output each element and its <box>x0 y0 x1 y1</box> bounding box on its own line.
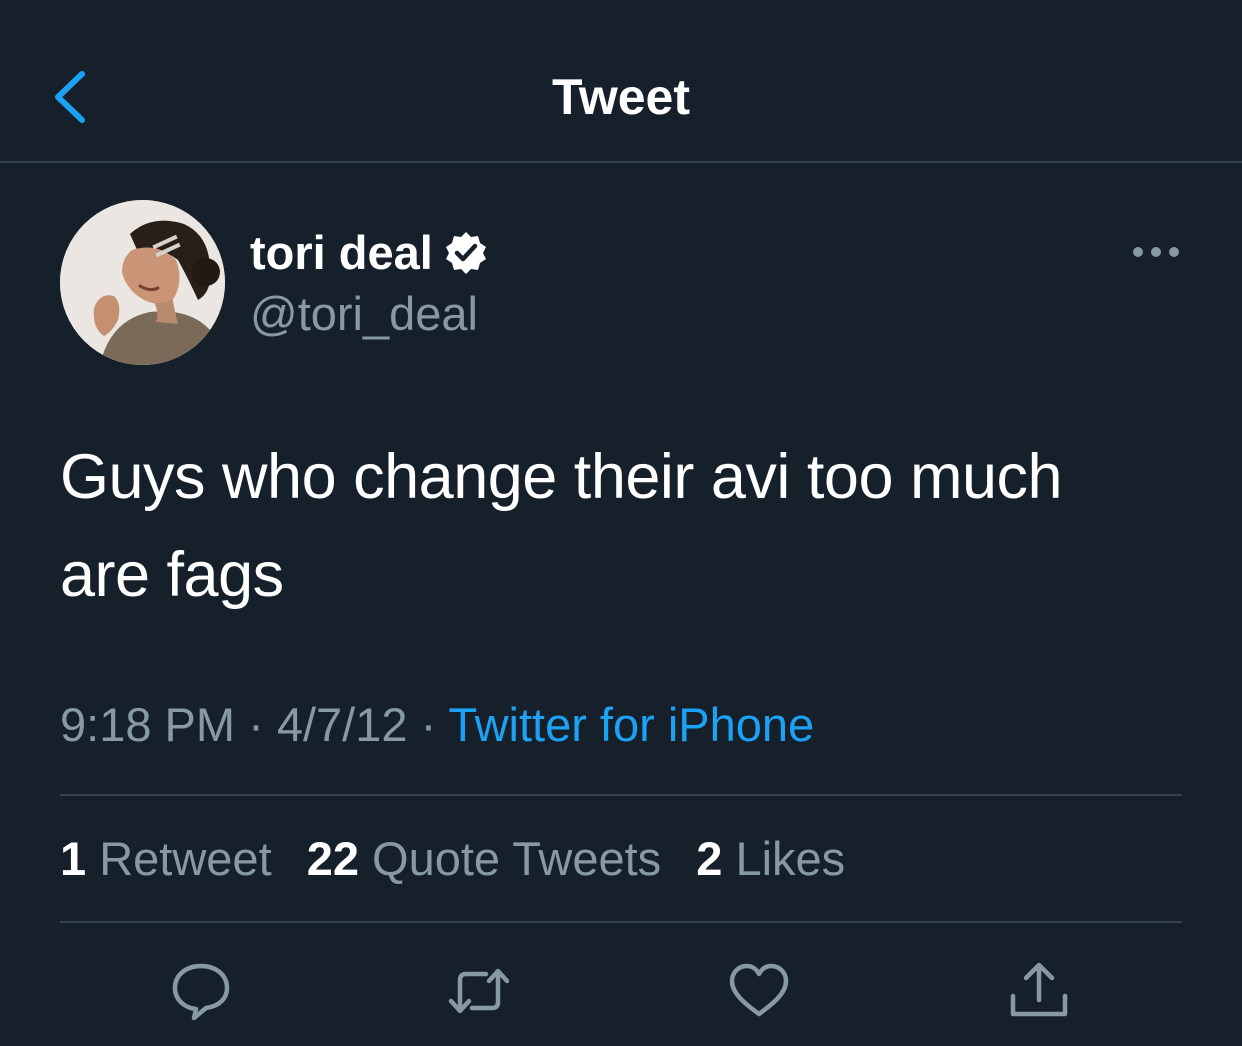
likes-count: 2 <box>696 832 723 885</box>
page-title: Tweet <box>552 69 690 125</box>
retweet-button[interactable] <box>446 958 512 1024</box>
tweet-metadata: 9:18 PM · 4/7/12 · Twitter for iPhone <box>60 694 814 756</box>
retweets-count: 1 <box>60 832 87 885</box>
share-button[interactable] <box>1006 958 1072 1024</box>
retweets-stat[interactable]: 1 Retweet <box>60 832 272 885</box>
avatar[interactable] <box>60 200 225 365</box>
more-horizontal-icon <box>1133 247 1179 257</box>
display-name[interactable]: tori deal <box>250 222 433 284</box>
tweet-text: Guys who change their avi too much are f… <box>60 428 1190 624</box>
reply-icon <box>172 963 230 1021</box>
share-icon <box>1010 962 1068 1017</box>
tweet-text-line: are fags <box>60 540 284 610</box>
divider <box>60 794 1182 796</box>
meta-separator: · <box>248 698 264 751</box>
tweet-source-link[interactable]: Twitter for iPhone <box>448 698 814 751</box>
quote-tweets-label: Quote Tweets <box>372 832 662 885</box>
more-options-button[interactable] <box>1128 232 1184 272</box>
verified-badge-icon <box>445 232 486 274</box>
likes-stat[interactable]: 2 Likes <box>696 832 845 885</box>
like-button[interactable] <box>726 958 792 1024</box>
divider <box>60 921 1182 923</box>
retweet-icon <box>448 968 510 1014</box>
top-bar: Tweet <box>0 0 1242 163</box>
quote-tweets-count: 22 <box>306 832 359 885</box>
user-handle[interactable]: @tori_deal <box>250 284 478 344</box>
tweet-date: 4/7/12 <box>276 698 408 751</box>
likes-label: Likes <box>735 832 846 885</box>
meta-separator: · <box>420 698 437 751</box>
author-name-row[interactable]: tori deal <box>250 222 489 284</box>
tweet-text-line: Guys who change their avi too much <box>60 442 1063 512</box>
reply-button[interactable] <box>168 958 234 1024</box>
heart-icon <box>729 963 789 1017</box>
retweets-label: Retweet <box>99 832 272 885</box>
engagement-stats: 1 Retweet 22 Quote Tweets 2 Likes <box>60 828 867 890</box>
quote-tweets-stat[interactable]: 22 Quote Tweets <box>307 832 661 885</box>
avatar-image <box>60 200 225 365</box>
tweet-time: 9:18 PM <box>60 698 236 751</box>
